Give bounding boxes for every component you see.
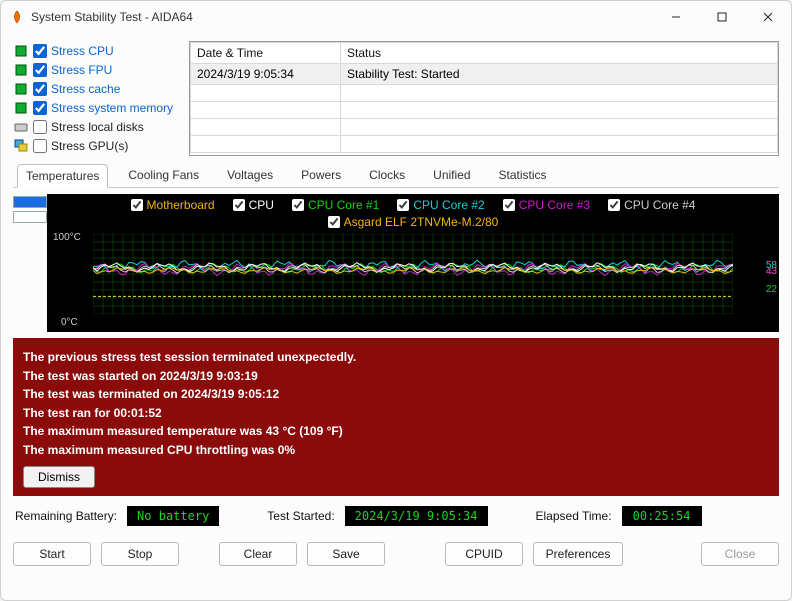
stress-option: Stress FPU <box>13 62 183 78</box>
close-button[interactable] <box>745 1 791 33</box>
cpuid-button[interactable]: CPUID <box>445 542 523 566</box>
stress-label[interactable]: Stress system memory <box>51 101 173 115</box>
log-cell-datetime: 2024/3/19 9:05:34 <box>191 64 341 85</box>
legend-checkbox[interactable] <box>328 216 340 228</box>
app-icon <box>9 9 25 25</box>
elapsed-time-value: 00:25:54 <box>622 506 702 526</box>
stress-checkbox[interactable] <box>33 139 47 153</box>
stress-option: Stress system memory <box>13 100 183 116</box>
preferences-button[interactable]: Preferences <box>533 542 623 566</box>
maximize-button[interactable] <box>699 1 745 33</box>
stress-checkbox[interactable] <box>33 82 47 96</box>
titlebar: System Stability Test - AIDA64 <box>1 1 791 33</box>
legend-item: CPU Core #1 <box>292 198 379 212</box>
component-icon <box>13 119 29 135</box>
test-started-label: Test Started: <box>267 509 334 523</box>
usage-bar <box>13 196 47 208</box>
graph-progress-bars <box>13 194 47 332</box>
tab-statistics[interactable]: Statistics <box>491 164 555 187</box>
y-axis-min: 0°C <box>61 317 78 328</box>
legend-label: Motherboard <box>147 198 215 212</box>
component-icon <box>13 138 29 154</box>
legend-checkbox[interactable] <box>608 199 620 211</box>
legend-label: CPU <box>249 198 274 212</box>
legend-item: CPU Core #3 <box>503 198 590 212</box>
tab-clocks[interactable]: Clocks <box>361 164 413 187</box>
stress-label[interactable]: Stress CPU <box>51 44 114 58</box>
legend-label: CPU Core #2 <box>413 198 484 212</box>
stress-label[interactable]: Stress FPU <box>51 63 112 77</box>
tab-strip: Temperatures Cooling Fans Voltages Powers Cl… <box>13 162 779 188</box>
tab-powers[interactable]: Powers <box>293 164 349 187</box>
legend-label: Asgard ELF 2TNVMe-M.2/80 <box>344 215 499 229</box>
legend-item: Asgard ELF 2TNVMe-M.2/80 <box>328 215 499 229</box>
stress-checkbox[interactable] <box>33 44 47 58</box>
component-icon <box>13 81 29 97</box>
legend-item: CPU Core #2 <box>397 198 484 212</box>
stress-test-options: Stress CPU Stress FPU Stress cache Stres… <box>13 41 183 156</box>
graph-value-label: 43 <box>766 266 777 277</box>
stress-checkbox[interactable] <box>33 101 47 115</box>
content: Stress CPU Stress FPU Stress cache Stres… <box>1 33 791 600</box>
legend-item: CPU <box>233 198 274 212</box>
status-row: Remaining Battery: No battery Test Start… <box>13 502 779 532</box>
stress-option: Stress cache <box>13 81 183 97</box>
alert-panel: The previous stress test session termina… <box>13 338 779 496</box>
legend-checkbox[interactable] <box>131 199 143 211</box>
battery-label: Remaining Battery: <box>15 509 117 523</box>
tab-voltages[interactable]: Voltages <box>219 164 281 187</box>
component-icon <box>13 62 29 78</box>
stress-checkbox[interactable] <box>33 63 47 77</box>
battery-value: No battery <box>127 506 219 526</box>
legend-label: CPU Core #4 <box>624 198 695 212</box>
stress-label[interactable]: Stress GPU(s) <box>51 139 128 153</box>
log-cell-status: Stability Test: Started <box>341 64 778 85</box>
temperature-graph: Motherboard CPU CPU Core #1 CPU Core #2 CPU … <box>47 194 779 332</box>
legend-checkbox[interactable] <box>503 199 515 211</box>
stress-option: Stress local disks <box>13 119 183 135</box>
stress-label[interactable]: Stress cache <box>51 82 120 96</box>
stop-button[interactable]: Stop <box>101 542 179 566</box>
legend-label: CPU Core #1 <box>308 198 379 212</box>
graph-legend: Motherboard CPU CPU Core #1 CPU Core #2 CPU … <box>53 198 773 229</box>
legend-label: CPU Core #3 <box>519 198 590 212</box>
clear-button[interactable]: Clear <box>219 542 297 566</box>
log-row[interactable]: 2024/3/19 9:05:34Stability Test: Started <box>191 64 778 85</box>
chart-area <box>93 234 741 314</box>
legend-checkbox[interactable] <box>397 199 409 211</box>
minimize-button[interactable] <box>653 1 699 33</box>
window-title: System Stability Test - AIDA64 <box>31 10 193 24</box>
window-buttons <box>653 1 791 33</box>
legend-checkbox[interactable] <box>233 199 245 211</box>
legend-item: Motherboard <box>131 198 215 212</box>
tab-cooling-fans[interactable]: Cooling Fans <box>120 164 207 187</box>
legend-checkbox[interactable] <box>292 199 304 211</box>
log-header-datetime[interactable]: Date & Time <box>191 43 341 64</box>
stress-option: Stress CPU <box>13 43 183 59</box>
button-row: Start Stop Clear Save CPUID Preferences … <box>13 538 779 566</box>
log-header-status[interactable]: Status <box>341 43 778 64</box>
test-started-value: 2024/3/19 9:05:34 <box>345 506 488 526</box>
top-row: Stress CPU Stress FPU Stress cache Stres… <box>13 41 779 156</box>
graph-value-label: 22 <box>766 284 777 295</box>
tab-unified[interactable]: Unified <box>425 164 478 187</box>
component-icon <box>13 100 29 116</box>
graph-panel: Motherboard CPU CPU Core #1 CPU Core #2 CPU … <box>13 194 779 332</box>
event-log: Date & Time Status 2024/3/19 9:05:34Stab… <box>189 41 779 156</box>
component-icon <box>13 43 29 59</box>
save-button[interactable]: Save <box>307 542 385 566</box>
stress-label[interactable]: Stress local disks <box>51 120 144 134</box>
usage-bar <box>13 211 47 223</box>
dismiss-button[interactable]: Dismiss <box>23 466 95 488</box>
alert-message: The previous stress test session termina… <box>23 348 769 460</box>
close-window-button[interactable]: Close <box>701 542 779 566</box>
start-button[interactable]: Start <box>13 542 91 566</box>
elapsed-time-label: Elapsed Time: <box>536 509 612 523</box>
tab-temperatures[interactable]: Temperatures <box>17 164 108 188</box>
window: System Stability Test - AIDA64 Stress CP… <box>0 0 792 601</box>
stress-checkbox[interactable] <box>33 120 47 134</box>
stress-option: Stress GPU(s) <box>13 138 183 154</box>
y-axis-max: 100°C <box>53 232 81 243</box>
legend-item: CPU Core #4 <box>608 198 695 212</box>
